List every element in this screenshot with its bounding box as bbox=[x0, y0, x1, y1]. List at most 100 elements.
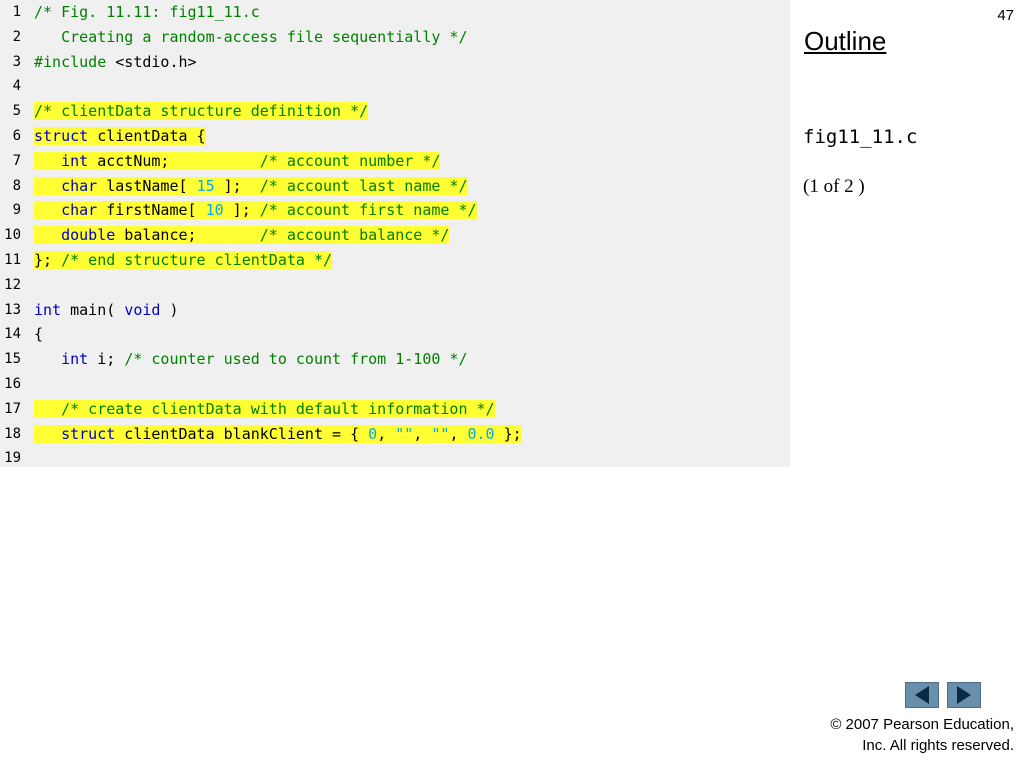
slide-number: 47 bbox=[997, 7, 1014, 24]
line-number: 1 bbox=[12, 4, 21, 20]
code-token: , bbox=[377, 424, 396, 443]
code-line: 12 bbox=[0, 273, 790, 298]
code-text: Creating a random-access file sequential… bbox=[34, 25, 467, 50]
line-number: 11 bbox=[4, 252, 21, 268]
code-token: }; bbox=[34, 251, 62, 269]
right-arrow-icon bbox=[957, 686, 971, 704]
code-token: /* account balance */ bbox=[259, 226, 450, 245]
line-number: 3 bbox=[12, 53, 21, 70]
code-text: }; /* end structure clientData */ bbox=[34, 248, 333, 273]
code-line: 9 char firstName[ 10 ]; /* account first… bbox=[0, 198, 790, 223]
code-text: /* clientData structure definition */ bbox=[34, 99, 369, 124]
code-token: /* account number */ bbox=[259, 151, 441, 170]
code-token: , bbox=[449, 424, 468, 443]
code-token: firstName[ bbox=[97, 201, 206, 220]
code-token: balance; bbox=[115, 226, 260, 245]
code-text: char firstName[ 10 ]; /* account first n… bbox=[34, 198, 477, 223]
code-token: 0 bbox=[368, 424, 378, 443]
code-line: 1 /* Fig. 11.11: fig11_11.c bbox=[0, 0, 790, 25]
line-number: 15 bbox=[4, 351, 21, 368]
code-token: /* account first name */ bbox=[259, 201, 477, 220]
code-line: 4 bbox=[0, 74, 790, 99]
code-token bbox=[34, 424, 62, 443]
next-slide-button[interactable] bbox=[947, 682, 981, 708]
code-line: 16 bbox=[0, 372, 790, 397]
code-token: /* clientData structure definition */ bbox=[34, 102, 369, 121]
line-number: 10 bbox=[4, 227, 21, 244]
code-token: i; bbox=[88, 350, 125, 369]
copyright-line-1: © 2007 Pearson Education, bbox=[830, 716, 1014, 733]
code-line: 17 /* create clientData with default inf… bbox=[0, 397, 790, 422]
code-token: int bbox=[61, 350, 89, 369]
line-number: 9 bbox=[12, 202, 21, 219]
code-token: "" bbox=[395, 424, 414, 443]
code-text: double balance; /* account balance */ bbox=[34, 223, 450, 248]
code-token: ]; bbox=[214, 176, 260, 195]
code-token: ) bbox=[160, 300, 179, 319]
code-token: /* create clientData with default inform… bbox=[61, 399, 495, 418]
code-token: /* account last name */ bbox=[259, 176, 468, 195]
code-line: 18 struct clientData blankClient = { 0, … bbox=[0, 422, 790, 447]
code-token: int bbox=[34, 300, 62, 319]
code-text: { bbox=[34, 322, 43, 347]
code-text: int i; /* counter used to count from 1-1… bbox=[34, 347, 467, 372]
code-token: double bbox=[61, 226, 116, 245]
code-token: , bbox=[413, 424, 432, 443]
code-token: clientData blankClient = { bbox=[115, 424, 369, 443]
outline-heading[interactable]: Outline bbox=[804, 26, 886, 57]
code-token: char bbox=[61, 201, 98, 220]
code-text: struct clientData blankClient = { 0, "",… bbox=[34, 422, 522, 447]
code-text: char lastName[ 15 ]; /* account last nam… bbox=[34, 174, 468, 199]
code-token: lastName[ bbox=[97, 176, 197, 195]
code-token: struct bbox=[61, 424, 116, 443]
code-token: struct bbox=[34, 127, 89, 145]
code-line: 7 int acctNum; /* account number */ bbox=[0, 149, 790, 174]
code-text: struct clientData { bbox=[34, 124, 206, 149]
code-token: 0.0 bbox=[467, 424, 495, 443]
code-token: /* end structure clientData */ bbox=[61, 251, 333, 269]
code-text: /* create clientData with default inform… bbox=[34, 397, 495, 422]
code-token: void bbox=[124, 300, 161, 319]
previous-slide-button[interactable] bbox=[905, 682, 939, 708]
line-number: 19 bbox=[4, 450, 21, 467]
line-number: 12 bbox=[4, 276, 21, 293]
code-token: int bbox=[61, 151, 89, 170]
code-token: #include bbox=[34, 52, 116, 71]
line-number: 4 bbox=[12, 78, 21, 95]
line-number: 2 bbox=[12, 28, 21, 45]
code-token: }; bbox=[494, 424, 522, 443]
code-token: Creating a random-access file sequential… bbox=[34, 27, 468, 46]
code-token: <stdio.h> bbox=[115, 52, 197, 71]
code-line: 8 char lastName[ 15 ]; /* account last n… bbox=[0, 174, 790, 199]
left-arrow-icon bbox=[915, 686, 929, 704]
code-token: { bbox=[34, 325, 44, 344]
line-number: 6 bbox=[12, 128, 21, 144]
source-filename: fig11_11.c bbox=[803, 126, 918, 148]
code-token: char bbox=[61, 176, 98, 195]
code-token: 10 bbox=[205, 201, 224, 220]
line-number: 18 bbox=[4, 425, 21, 442]
code-token: main( bbox=[61, 300, 125, 319]
code-listing: 1 /* Fig. 11.11: fig11_11.c 2 Creating a r… bbox=[0, 0, 790, 467]
code-token: /* counter used to count from 1-100 */ bbox=[124, 350, 468, 369]
code-line: 5 /* clientData structure definition */ bbox=[0, 99, 790, 124]
code-line: 11}; /* end structure clientData */ bbox=[0, 248, 790, 273]
code-text: /* Fig. 11.11: fig11_11.c bbox=[34, 0, 260, 25]
line-number: 7 bbox=[12, 152, 21, 169]
code-line: 10 double balance; /* account balance */ bbox=[0, 223, 790, 248]
code-token bbox=[34, 201, 62, 220]
code-token: 15 bbox=[196, 176, 215, 195]
code-token bbox=[34, 226, 62, 245]
code-line: 14 { bbox=[0, 322, 790, 347]
line-number: 17 bbox=[4, 400, 21, 417]
code-token bbox=[34, 399, 62, 418]
code-token bbox=[34, 176, 62, 195]
code-token: clientData { bbox=[88, 127, 206, 145]
code-token: ]; bbox=[223, 201, 260, 220]
code-line: 19 bbox=[0, 446, 790, 471]
code-token: acctNum; bbox=[88, 151, 260, 170]
line-number: 8 bbox=[12, 177, 21, 194]
code-line: 3 #include <stdio.h> bbox=[0, 50, 790, 75]
line-number: 16 bbox=[4, 376, 21, 392]
code-line: 13 int main( void ) bbox=[0, 298, 790, 323]
